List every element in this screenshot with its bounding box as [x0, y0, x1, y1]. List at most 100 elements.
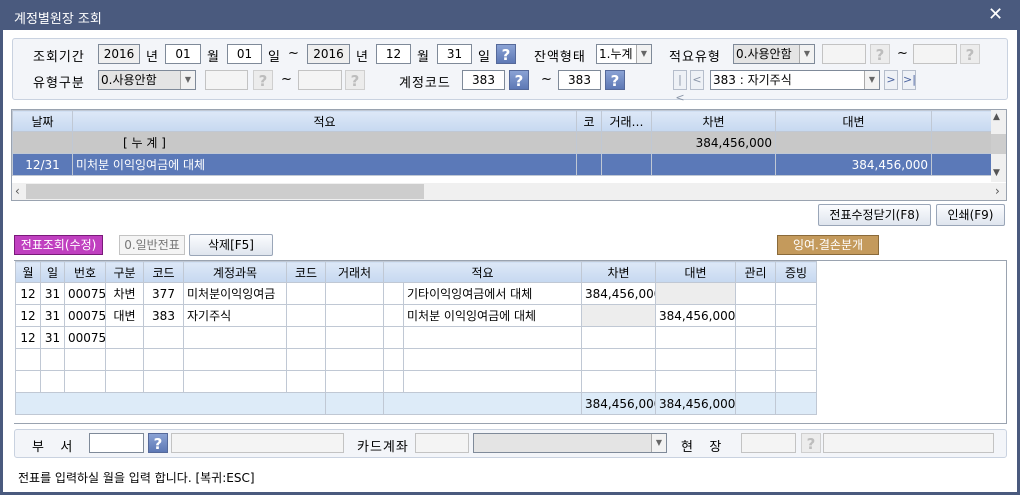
to-year-field[interactable]: 2016 — [307, 44, 350, 64]
type-from-help-icon[interactable]: ? — [253, 70, 273, 90]
month-cell[interactable]: 12 — [15, 304, 41, 327]
scroll-down-icon[interactable]: ▼ — [993, 168, 1000, 178]
col-partner[interactable]: 거래처 — [325, 261, 384, 283]
dept-field[interactable] — [89, 433, 144, 453]
memo-from-help-icon[interactable]: ? — [870, 44, 890, 64]
balance-select[interactable]: 1.누계 ▼ — [596, 44, 652, 64]
horizontal-scrollbar[interactable]: ‹ › — [12, 183, 1006, 200]
date-help-icon[interactable]: ? — [496, 44, 516, 64]
evidence-cell[interactable] — [775, 326, 817, 349]
partner-cell[interactable] — [325, 304, 384, 327]
scroll-left-icon[interactable]: ‹ — [15, 184, 20, 198]
type-to-help-icon[interactable]: ? — [345, 70, 365, 90]
card-field[interactable] — [415, 433, 469, 453]
table-row[interactable]: 12/31 미처분 이익잉여금에 대체 384,456,000 — [12, 153, 992, 176]
evidence-cell[interactable] — [775, 282, 817, 305]
memo-from-field[interactable] — [822, 44, 866, 64]
col-type[interactable]: 구분 — [105, 261, 144, 283]
debit-cell[interactable] — [581, 304, 656, 327]
debit-cell[interactable] — [581, 326, 656, 349]
month-cell[interactable]: 12 — [15, 326, 41, 349]
memo-code-cell[interactable] — [383, 326, 404, 349]
close-icon[interactable]: ✕ — [988, 4, 1003, 25]
day-cell[interactable]: 31 — [40, 304, 65, 327]
no-cell[interactable]: 00075 — [64, 326, 106, 349]
dept-help-icon[interactable]: ? — [148, 433, 168, 453]
type-from-field[interactable] — [205, 70, 248, 90]
no-cell[interactable]: 00075 — [64, 282, 106, 305]
col-credit[interactable]: 대변 — [775, 110, 932, 132]
col-debit[interactable]: 차변 — [581, 261, 656, 283]
partner-cell[interactable] — [325, 282, 384, 305]
scroll-up-icon[interactable]: ▲ — [993, 112, 1000, 122]
scroll-right-icon[interactable]: › — [995, 184, 1000, 198]
memo-cell[interactable]: 미처분 이익잉여금에 대체 — [403, 304, 582, 327]
last-icon[interactable]: >| — [902, 70, 916, 90]
evidence-cell[interactable] — [775, 304, 817, 327]
table-row[interactable]: 12 31 00075 차변 377 미처분이익잉여금 기타이익잉여금에서 대체… — [15, 282, 817, 305]
col-date[interactable]: 날짜 — [12, 110, 73, 132]
from-year-field[interactable]: 2016 — [98, 44, 140, 64]
site-help-icon[interactable]: ? — [801, 433, 821, 453]
memo-code-cell[interactable] — [383, 282, 404, 305]
code-cell[interactable] — [143, 326, 184, 349]
account-cell[interactable] — [183, 326, 287, 349]
print-button[interactable]: 인쇄(F9) — [936, 204, 1005, 226]
account-cell[interactable]: 미처분이익잉여금 — [183, 282, 287, 305]
memo-to-field[interactable] — [913, 44, 957, 64]
account-to-field[interactable]: 383 — [558, 70, 601, 90]
memo-type-select[interactable]: 0.사용안함 ▼ — [733, 44, 815, 64]
code-cell[interactable]: 383 — [143, 304, 184, 327]
type-select[interactable]: 0.사용안함 ▼ — [98, 70, 196, 90]
memo-to-help-icon[interactable]: ? — [960, 44, 980, 64]
col-debit[interactable]: 차변 — [651, 110, 776, 132]
vertical-scrollbar[interactable]: ▲ ▼ — [991, 110, 1006, 182]
account-cell[interactable]: 자기주식 — [183, 304, 287, 327]
delete-button[interactable]: 삭제[F5] — [189, 234, 273, 256]
partner-code-cell[interactable] — [286, 326, 326, 349]
table-row[interactable]: [ 누 계 ] 384,456,000 — [12, 131, 992, 154]
credit-cell[interactable]: 384,456,000 — [655, 304, 736, 327]
to-day-field[interactable]: 31 — [437, 44, 472, 64]
table-row[interactable]: 12 31 00075 — [15, 326, 817, 349]
credit-cell[interactable] — [655, 326, 736, 349]
next-icon[interactable]: > — [884, 70, 898, 90]
day-cell[interactable]: 31 — [40, 326, 65, 349]
partner-code-cell[interactable] — [286, 282, 326, 305]
col-memo[interactable]: 적요 — [383, 261, 582, 283]
col-account[interactable]: 계정과목 — [183, 261, 287, 283]
to-month-field[interactable]: 12 — [376, 44, 411, 64]
col-evidence[interactable]: 증빙 — [775, 261, 817, 283]
type-cell[interactable]: 대변 — [105, 304, 144, 327]
col-credit[interactable]: 대변 — [655, 261, 736, 283]
col-no[interactable]: 번호 — [64, 261, 106, 283]
col-code[interactable]: 코드 — [143, 261, 184, 283]
account-to-help-icon[interactable]: ? — [605, 70, 625, 90]
close-edit-button[interactable]: 전표수정닫기(F8) — [818, 204, 931, 226]
account-from-field[interactable]: 383 — [462, 70, 505, 90]
col-manage[interactable]: 관리 — [735, 261, 776, 283]
manage-cell[interactable] — [735, 326, 776, 349]
manage-cell[interactable] — [735, 304, 776, 327]
memo-cell[interactable] — [403, 326, 582, 349]
col-partner[interactable]: 거래… — [601, 110, 652, 132]
table-row[interactable]: 12 31 00075 대변 383 자기주식 미처분 이익잉여금에 대체 38… — [15, 304, 817, 327]
day-cell[interactable]: 31 — [40, 282, 65, 305]
scroll-thumb[interactable] — [26, 184, 424, 199]
month-cell[interactable]: 12 — [15, 282, 41, 305]
site-field[interactable] — [741, 433, 796, 453]
card-select[interactable]: ▼ — [473, 433, 667, 453]
col-partner-code[interactable]: 코드 — [286, 261, 326, 283]
no-cell[interactable]: 00075 — [64, 304, 106, 327]
type-cell[interactable]: 차변 — [105, 282, 144, 305]
partner-code-cell[interactable] — [286, 304, 326, 327]
surplus-button[interactable]: 잉여.결손분개 — [777, 235, 879, 255]
voucher-view-label[interactable]: 전표조회(수정) — [14, 235, 103, 255]
credit-cell[interactable] — [655, 282, 736, 305]
manage-cell[interactable] — [735, 282, 776, 305]
partner-cell[interactable] — [325, 326, 384, 349]
memo-cell[interactable]: 기타이익잉여금에서 대체 — [403, 282, 582, 305]
col-day[interactable]: 일 — [40, 261, 65, 283]
debit-cell[interactable]: 384,456,000 — [581, 282, 656, 305]
from-month-field[interactable]: 01 — [165, 44, 201, 64]
